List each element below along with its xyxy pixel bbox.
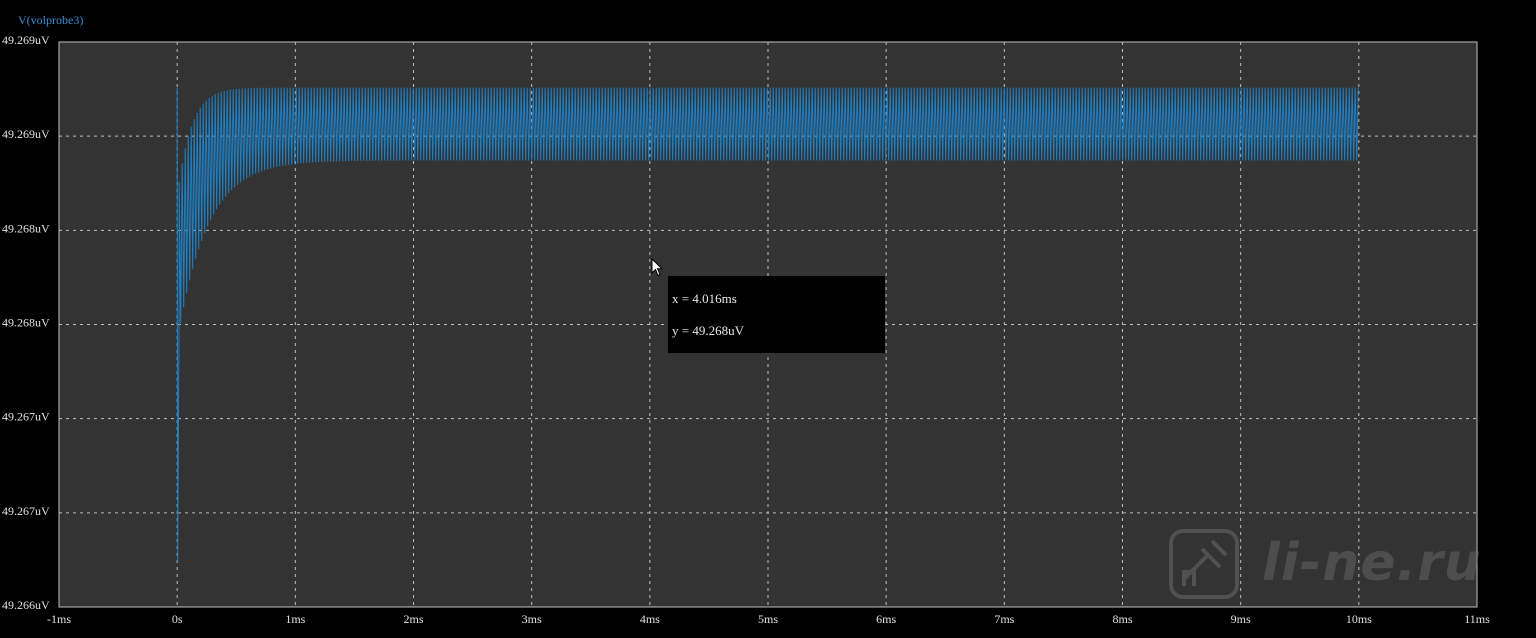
y-tick-label: 49.266uV [2,598,50,612]
x-tick-label: 9ms [1231,612,1251,626]
tooltip-x-value: x = 4.016ms [672,291,737,306]
x-tick-label: 11ms [1464,612,1490,626]
mouse-pointer-icon [651,258,664,277]
x-tick-label: 10ms [1346,612,1372,626]
tooltip-y-value: y = 49.268uV [672,323,744,338]
x-tick-label: 0s [172,612,183,626]
y-tick-label: 49.269uV [2,127,50,141]
x-tick-label: -1ms [47,612,71,626]
x-tick-label: 5ms [758,612,778,626]
y-tick-label: 49.267uV [2,504,50,518]
y-tick-label: 49.267uV [2,410,50,424]
watermark-logo-icon [1169,529,1239,599]
watermark-text: li-ne.ru [1262,533,1482,593]
x-tick-label: 7ms [994,612,1014,626]
y-tick-label: 49.269uV [2,33,50,47]
x-tick-label: 3ms [522,612,542,626]
cursor-readout-tooltip: x = 4.016ms y = 49.268uV [668,276,885,353]
x-tick-label: 6ms [876,612,896,626]
y-tick-label: 49.268uV [2,221,50,235]
y-axis-tick-labels: 49.269uV 49.269uV 49.268uV 49.268uV 49.267uV… [2,33,50,612]
x-tick-label: 1ms [285,612,305,626]
x-axis-tick-labels: -1ms 0s 1ms 2ms 3ms 4ms 5ms 6ms 7ms 8ms 9ms 10ms 11m… [47,612,1490,626]
y-tick-label: 49.268uV [2,316,50,330]
x-tick-label: 8ms [1112,612,1132,626]
x-tick-label: 4ms [640,612,660,626]
x-tick-label: 2ms [403,612,423,626]
series-legend-label[interactable]: V(volprobe3) [18,13,83,28]
